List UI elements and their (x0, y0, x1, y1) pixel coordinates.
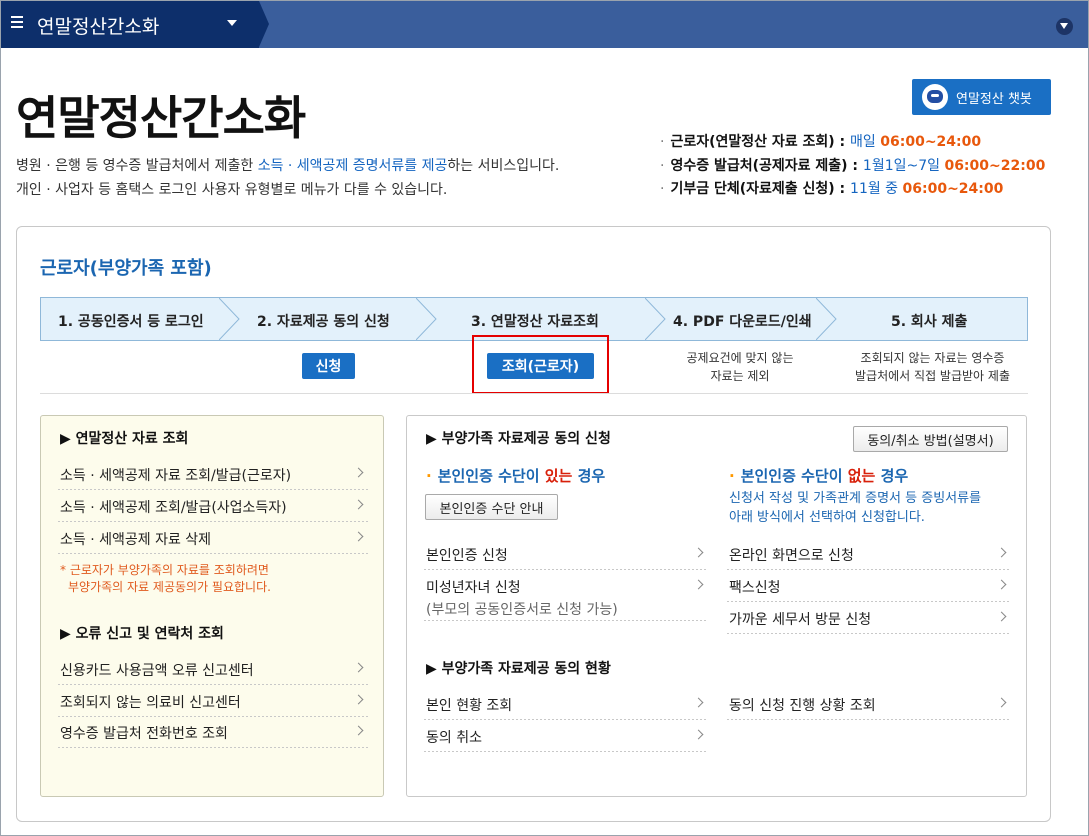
hamburger-menu-icon[interactable] (11, 16, 23, 30)
no-auth-note: 신청서 작성 및 가족관계 증명서 등 증빙서류를 아래 방식에서 선택하여 신… (729, 491, 982, 525)
row-separator (424, 569, 706, 570)
schedule-item: · 영수증 발급처(공제자료 제출) : 1월1일~7일 06:00~22:00 (660, 158, 1046, 174)
list-item-progress-status[interactable]: 동의 신청 진행 상황 조회 (729, 695, 876, 715)
has-auth-heading: · 본인인증 수단이 있는 경우 (426, 467, 606, 485)
list-item-self-status[interactable]: 본인 현황 조회 (426, 695, 512, 715)
auth-guide-button[interactable]: 본인인증 수단 안내 (425, 494, 558, 520)
list-item-consent-cancel[interactable]: 동의 취소 (426, 727, 482, 747)
top-navigation-bar: 연말정산간소화 (1, 1, 1088, 48)
menu-tab-arrow (259, 1, 269, 47)
chatbot-label: 연말정산 챗봇 (956, 91, 1032, 107)
list-item-self-auth-apply[interactable]: 본인인증 신청 (426, 545, 508, 565)
description-text: 병원 · 은행 등 영수증 발급처에서 제출한 (16, 158, 258, 174)
row-separator (424, 620, 706, 621)
error-report-heading: ▶ 오류 신고 및 연락처 조회 (60, 626, 224, 642)
consent-status-heading: ▶ 부양가족 자료제공 동의 현황 (426, 661, 611, 677)
collapse-toggle-icon[interactable] (1056, 18, 1073, 35)
step-4-note: 공제요건에 맞지 않는 자료는 제외 (686, 351, 794, 383)
list-item-query-worker[interactable]: 소득 · 세액공제 자료 조회/발급(근로자) (60, 465, 291, 485)
chevron-down-icon[interactable] (227, 20, 237, 26)
no-auth-heading: · 본인인증 수단이 없는 경우 (729, 467, 909, 485)
row-separator (58, 489, 368, 490)
topbar-title[interactable]: 연말정산간소화 (37, 12, 159, 39)
apply-button[interactable]: 신청 (302, 353, 355, 379)
row-separator (58, 521, 368, 522)
description-line-1: 병원 · 은행 등 영수증 발급처에서 제출한 소득 · 세액공제 증명서류를 … (16, 155, 559, 175)
row-separator (727, 719, 1009, 720)
divider (40, 393, 1028, 394)
row-separator (58, 684, 368, 685)
step-divider-chevron (219, 298, 240, 340)
row-separator (58, 553, 368, 554)
minor-apply-subtext: (부모의 공동인증서로 신청 가능) (426, 602, 618, 618)
row-separator (424, 719, 706, 720)
list-item-medical-report[interactable]: 조회되지 않는 의료비 신고센터 (60, 692, 241, 712)
chatbot-icon (922, 84, 948, 110)
schedule-item: · 기부금 단체(자료제출 신청) : 11월 중 06:00~24:00 (660, 181, 1004, 197)
row-separator (727, 633, 1009, 634)
row-separator (727, 569, 1009, 570)
step-1: 1. 공동인증서 등 로그인 (58, 314, 204, 330)
row-separator (424, 751, 706, 752)
list-item-issuer-phone[interactable]: 영수증 발급처 전화번호 조회 (60, 723, 228, 743)
schedule-item: · 근로자(연말정산 자료 조회) : 매일 06:00~24:00 (660, 134, 982, 150)
list-item-fax-apply[interactable]: 팩스신청 (729, 577, 781, 597)
step-divider-chevron (416, 298, 437, 340)
step-divider-chevron (816, 298, 837, 340)
step-4: 4. PDF 다운로드/인쇄 (673, 314, 812, 330)
consent-apply-heading: ▶ 부양가족 자료제공 동의 신청 (426, 431, 611, 447)
step-5: 5. 회사 제출 (891, 314, 968, 330)
list-item-delete-data[interactable]: 소득 · 세액공제 자료 삭제 (60, 529, 211, 549)
row-separator (58, 747, 368, 748)
page-title: 연말정산간소화 (16, 91, 306, 145)
step-3: 3. 연말정산 자료조회 (471, 314, 599, 330)
highlight-box (472, 335, 609, 394)
list-item-card-error[interactable]: 신용카드 사용금액 오류 신고센터 (60, 660, 254, 680)
step-divider-chevron (645, 298, 666, 340)
list-item-online-apply[interactable]: 온라인 화면으로 신청 (729, 545, 854, 565)
chatbot-button[interactable]: 연말정산 챗봇 (912, 79, 1051, 115)
list-item-query-business[interactable]: 소득 · 세액공제 조회/발급(사업소득자) (60, 497, 287, 517)
dependent-note: * 근로자가 부양가족의 자료를 조회하려면 부양가족의 자료 제공동의가 필요… (60, 563, 271, 594)
description-highlight: 소득 · 세액공제 증명서류를 제공 (257, 158, 448, 174)
list-item-minor-apply[interactable]: 미성년자녀 신청 (426, 577, 521, 597)
row-separator (727, 601, 1009, 602)
data-query-heading: ▶ 연말정산 자료 조회 (60, 431, 189, 447)
section-title: 근로자(부양가족 포함) (40, 258, 212, 279)
step-2: 2. 자료제공 동의 신청 (257, 314, 390, 330)
list-item-visit-apply[interactable]: 가까운 세무서 방문 신청 (729, 609, 871, 629)
consent-manual-button[interactable]: 동의/취소 방법(설명서) (853, 426, 1008, 452)
description-line-2: 개인 · 사업자 등 홈택스 로그인 사용자 유형별로 메뉴가 다를 수 있습니… (16, 182, 448, 198)
row-separator (58, 716, 368, 717)
description-text: 하는 서비스입니다. (447, 158, 560, 174)
step-5-note: 조회되지 않는 자료는 영수증 발급처에서 직접 발급받아 제출 (855, 351, 1010, 383)
